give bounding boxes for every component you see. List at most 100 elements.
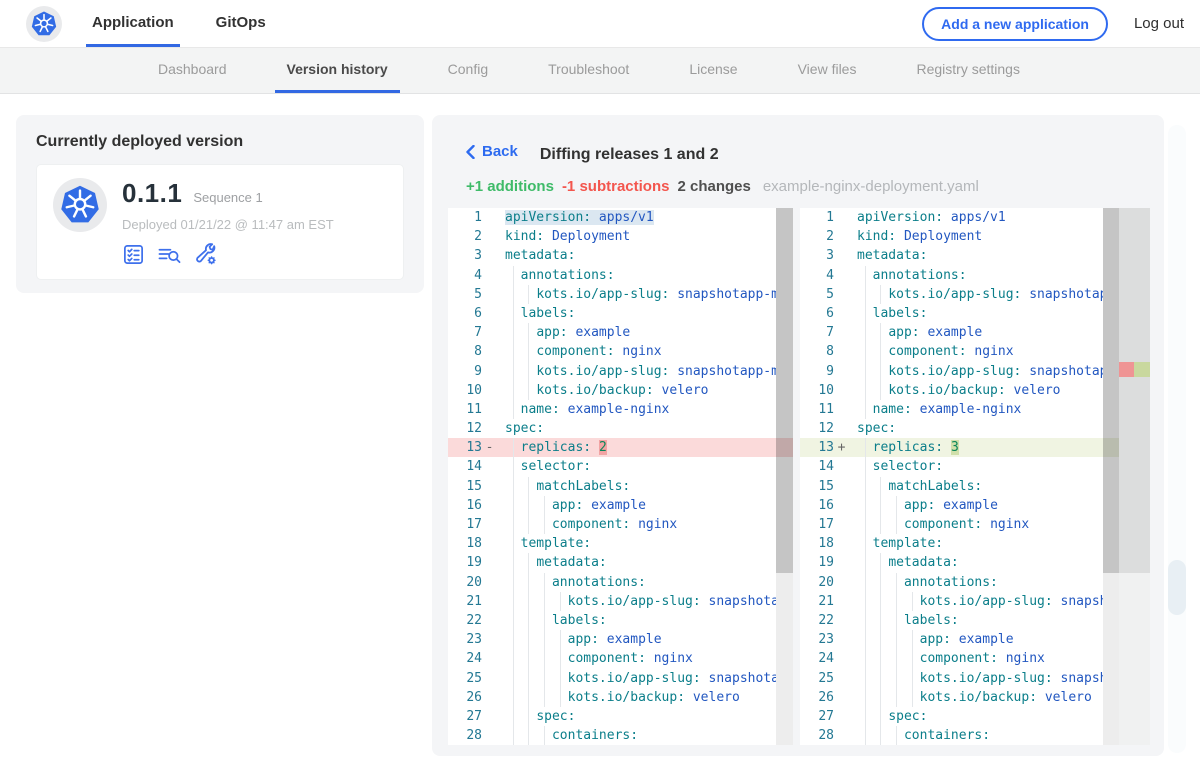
diff-sign	[482, 726, 497, 745]
diff-sign	[482, 688, 497, 707]
code-line: 26 kots.io/backup: velero	[800, 688, 1150, 707]
search-logs-icon[interactable]	[157, 243, 182, 266]
code-line: 13- replicas: 2	[448, 438, 793, 457]
line-number: 17	[448, 515, 482, 534]
diff-sign	[834, 400, 849, 419]
code-line: 17 component: nginx	[448, 515, 793, 534]
line-number: 27	[448, 707, 482, 726]
line-number: 7	[800, 323, 834, 342]
code-line: 5 kots.io/app-slug: snapshotapp-mu	[800, 285, 1150, 304]
code-text: app: example	[849, 323, 1103, 342]
code-line: 22 labels:	[800, 611, 1150, 630]
line-number: 3	[448, 246, 482, 265]
diff-title: Diffing releases 1 and 2	[540, 146, 719, 164]
line-number: 11	[448, 400, 482, 419]
tab-dashboard[interactable]: Dashboard	[146, 48, 239, 93]
tab-troubleshoot[interactable]: Troubleshoot	[536, 48, 641, 93]
code-text: kind: Deployment	[849, 227, 1103, 246]
wrench-gear-icon[interactable]	[194, 242, 218, 266]
line-number: 18	[448, 534, 482, 553]
logout-link[interactable]: Log out	[1134, 15, 1184, 32]
line-number: 19	[800, 553, 834, 572]
code-line: 12spec:	[800, 419, 1150, 438]
changes-count: 2 changes	[677, 178, 750, 195]
diff-panel-modified: 1apiVersion: apps/v12kind: Deployment3me…	[800, 208, 1150, 745]
code-line: 19 metadata:	[800, 553, 1150, 572]
code-line: 20 annotations:	[448, 573, 793, 592]
line-number: 9	[448, 362, 482, 381]
chevron-left-icon	[466, 145, 475, 159]
code-line: 18 template:	[800, 534, 1150, 553]
code-line: 17 component: nginx	[800, 515, 1150, 534]
code-text: labels:	[849, 304, 1103, 323]
diff-sign	[834, 208, 849, 227]
scrollbar-thumb-original[interactable]	[776, 208, 793, 573]
code-text: spec:	[849, 419, 1103, 438]
diff-sign	[834, 707, 849, 726]
code-line: 15 matchLabels:	[800, 477, 1150, 496]
add-application-button[interactable]: Add a new application	[922, 7, 1108, 41]
line-number: 11	[800, 400, 834, 419]
diff-sign	[834, 477, 849, 496]
code-text: template:	[849, 534, 1103, 553]
diff-sign	[834, 515, 849, 534]
code-line: 15 matchLabels:	[448, 477, 793, 496]
code-line: 4 annotations:	[448, 266, 793, 285]
diff-sign	[834, 323, 849, 342]
code-line: 8 component: nginx	[800, 342, 1150, 361]
tab-config[interactable]: Config	[436, 48, 500, 93]
line-number: 28	[448, 726, 482, 745]
checklist-icon[interactable]	[122, 243, 145, 266]
code-text: app: example	[497, 630, 776, 649]
additions-count: +1 additions	[466, 178, 554, 195]
tab-license[interactable]: License	[677, 48, 749, 93]
code-text: selector:	[849, 457, 1103, 476]
line-number: 26	[448, 688, 482, 707]
back-label: Back	[482, 143, 518, 160]
deployed-timestamp: Deployed 01/21/22 @ 11:47 am EST	[122, 217, 334, 232]
code-line: 11 name: example-nginx	[448, 400, 793, 419]
code-line: 11 name: example-nginx	[800, 400, 1150, 419]
topbar-actions: Add a new application Log out	[922, 0, 1184, 47]
diff-sign	[834, 688, 849, 707]
tab-version-history[interactable]: Version history	[275, 48, 400, 93]
diff-overview-ruler	[1119, 208, 1150, 745]
code-line: 28 containers:	[448, 726, 793, 745]
tab-registry-settings[interactable]: Registry settings	[904, 48, 1031, 93]
code-text: annotations:	[849, 266, 1103, 285]
diff-sign	[834, 611, 849, 630]
code-line: 26 kots.io/backup: velero	[448, 688, 793, 707]
code-text: app: example	[849, 496, 1103, 515]
code-text: component: nginx	[497, 649, 776, 668]
line-number: 4	[800, 266, 834, 285]
line-number: 9	[800, 362, 834, 381]
diff-sign	[834, 381, 849, 400]
page-scrollbar-track[interactable]	[1168, 125, 1186, 753]
back-link[interactable]: Back	[466, 143, 518, 160]
tab-view-files[interactable]: View files	[786, 48, 869, 93]
code-text: annotations:	[849, 573, 1103, 592]
line-number: 10	[800, 381, 834, 400]
tab-gitops[interactable]: GitOps	[210, 0, 272, 47]
line-number: 16	[800, 496, 834, 515]
scrollbar-thumb-modified[interactable]	[1103, 208, 1119, 573]
code-text: selector:	[497, 457, 776, 476]
page-scrollbar-thumb[interactable]	[1168, 560, 1186, 615]
sequence-label: Sequence 1	[193, 190, 262, 205]
tab-application[interactable]: Application	[86, 0, 180, 47]
diff-sign	[834, 419, 849, 438]
code-text: kots.io/app-slug: snapshotapp-mu	[849, 362, 1103, 381]
line-number: 23	[448, 630, 482, 649]
scrollbar-track-original[interactable]	[776, 208, 793, 745]
diff-sign	[482, 381, 497, 400]
code-line: 14 selector:	[800, 457, 1150, 476]
scrollbar-track-modified[interactable]	[1103, 208, 1119, 745]
code-text: replicas: 2	[497, 438, 776, 457]
line-number: 25	[448, 669, 482, 688]
kubernetes-logo-icon	[26, 6, 62, 42]
diff-sign	[482, 304, 497, 323]
line-number: 20	[448, 573, 482, 592]
subtractions-count: -1 subtractions	[562, 178, 670, 195]
code-text: containers:	[849, 726, 1103, 745]
diff-sign	[834, 362, 849, 381]
